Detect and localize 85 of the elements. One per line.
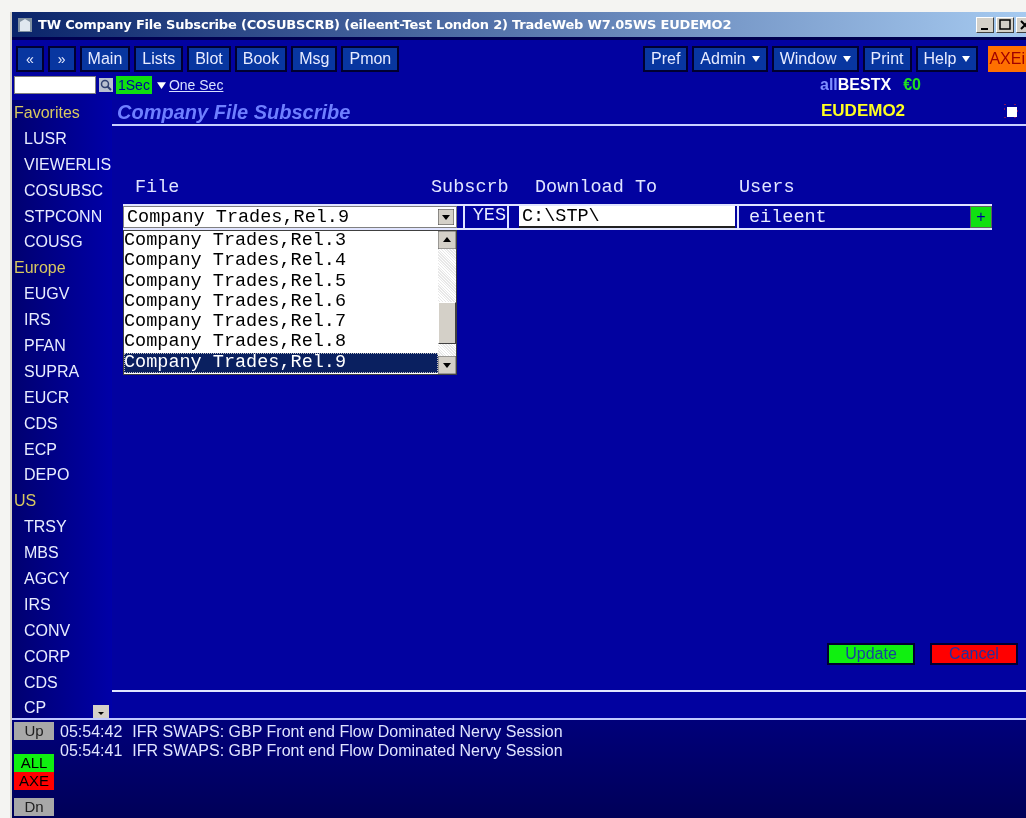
user-name: eileent — [749, 206, 827, 228]
caret-icon — [962, 55, 971, 63]
dropdown-option[interactable]: Company Trades,Rel.4 — [124, 251, 438, 272]
download-path-field[interactable]: C:\STP\ — [519, 206, 735, 228]
nav-button[interactable]: » — [47, 46, 76, 72]
scroll-button[interactable]: Dn — [14, 798, 54, 816]
dropdown-arrow-icon[interactable] — [438, 209, 454, 225]
menu-button[interactable]: Blot — [187, 46, 231, 72]
menu-button[interactable]: Admin — [692, 46, 768, 72]
file-dropdown[interactable]: Company Trades,Rel.9 — [123, 206, 457, 228]
nav-button[interactable]: « — [16, 46, 44, 72]
menu-button[interactable]: Pmon — [341, 46, 400, 72]
dropdown-option[interactable]: Company Trades,Rel.3 — [124, 231, 438, 252]
dropdown-option[interactable]: Company Trades,Rel.8 — [124, 332, 438, 353]
sidebar-item[interactable]: CONV — [12, 617, 112, 644]
page-title: Company File Subscribe — [117, 100, 351, 124]
sidebar-item[interactable]: PFAN — [12, 333, 112, 359]
column-header: Users — [739, 178, 796, 198]
message-time: 05:54:41 — [60, 742, 123, 759]
caret-icon — [156, 80, 166, 90]
sidebar-item[interactable]: CP — [12, 695, 112, 718]
sidebar-item[interactable]: LUSR — [12, 125, 112, 152]
message-text: IFR SWAPS: GBP Front end Flow Dominated Nervy Session — [132, 723, 563, 740]
scroll-down-button[interactable] — [93, 705, 109, 718]
filter-button[interactable]: ALL — [14, 754, 54, 772]
menu-button[interactable]: Main — [79, 46, 131, 72]
dropdown-option[interactable]: Company Trades,Rel.7 — [124, 312, 438, 333]
sidebar-item[interactable]: DEPO — [12, 462, 112, 489]
sidebar-heading: Europe — [13, 258, 67, 279]
maximize-icon[interactable] — [996, 16, 1014, 33]
sidebar-item[interactable]: CORP — [12, 643, 112, 670]
caret-icon — [751, 55, 760, 63]
column-header: Subscrb — [431, 178, 510, 198]
sidebar-item[interactable]: CDS — [12, 410, 112, 437]
sidebar-item[interactable]: EUGV — [12, 281, 112, 308]
sidebar-item[interactable]: COSUBSC — [12, 177, 112, 204]
column-header: Download To — [535, 178, 659, 198]
sidebar-heading: Favorites — [13, 103, 81, 123]
menu-button[interactable]: Msg — [291, 46, 338, 72]
add-user-button[interactable]: + — [970, 206, 992, 228]
search-field[interactable] — [14, 76, 96, 94]
search-icon[interactable] — [99, 78, 113, 92]
filter-button[interactable]: AXE — [14, 772, 54, 790]
menu-button[interactable]: Print — [862, 46, 912, 72]
app-icon — [16, 15, 34, 34]
update-button[interactable]: Update — [827, 643, 915, 665]
subscribe-cell[interactable]: YES — [463, 206, 509, 228]
dropdown-option[interactable]: Company Trades,Rel.6 — [124, 291, 438, 313]
menu-button[interactable]: Book — [234, 46, 288, 72]
message-text: IFR SWAPS: GBP Front end Flow Dominated Nervy Session — [132, 742, 563, 759]
column-header: File — [135, 178, 181, 198]
dropdown-option[interactable]: Company Trades,Rel.5 — [124, 271, 438, 292]
frame-toggle-icon[interactable] — [1004, 104, 1018, 118]
menu-button[interactable]: Pref — [643, 46, 689, 72]
scroll-down-icon[interactable] — [438, 356, 456, 374]
sidebar-item[interactable]: STPCONN — [12, 203, 112, 230]
sidebar-item[interactable]: MBS — [12, 540, 112, 567]
refresh-rate-badge: 1Sec — [116, 76, 152, 94]
sidebar-heading: US — [13, 491, 38, 512]
sidebar-item[interactable]: COUSG — [12, 229, 112, 256]
minimize-icon[interactable] — [976, 16, 994, 33]
message-time: 05:54:42 — [60, 723, 123, 740]
sidebar-item[interactable]: ECP — [12, 436, 112, 463]
dropdown-option[interactable]: Company Trades,Rel.9 — [124, 352, 438, 374]
sidebar-item[interactable]: AGCY — [12, 566, 112, 592]
sidebar-item[interactable]: CDS — [12, 669, 112, 696]
menu-button[interactable]: Lists — [134, 46, 184, 72]
sidebar-item[interactable]: IRS — [12, 591, 112, 618]
account-code: EUDEMO2 — [821, 100, 906, 122]
sidebar-item[interactable]: TRSY — [12, 514, 112, 541]
scroll-button[interactable]: Up — [14, 722, 54, 740]
scroll-up-icon[interactable] — [438, 231, 456, 249]
balance: €0 — [903, 76, 921, 94]
sidebar-item[interactable]: SUPRA — [12, 358, 112, 385]
menu-button[interactable]: Window — [771, 46, 859, 72]
sidebar-item[interactable]: VIEWERLIS — [12, 151, 112, 178]
sidebar-item[interactable]: IRS — [12, 307, 112, 333]
logo-prefix: all — [820, 76, 838, 93]
caret-icon — [842, 55, 851, 63]
refresh-rate-link[interactable]: One Sec — [168, 77, 224, 93]
sidebar-item[interactable]: EUCR — [12, 384, 112, 411]
menu-button[interactable]: Help — [915, 46, 979, 72]
scrollbar[interactable] — [438, 231, 456, 374]
window-title: TW Company File Subscribe (COSUBSCRB) (eileent-Test London 2) TradeWeb W7.05WS EUDEMO2 — [38, 17, 733, 32]
logo-text: BESTX — [837, 76, 892, 93]
